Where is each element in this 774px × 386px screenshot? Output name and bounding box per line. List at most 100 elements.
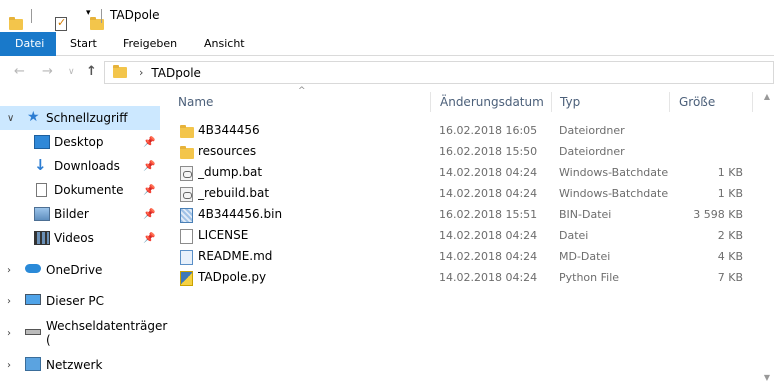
chevron-right-icon[interactable]: › [7, 328, 11, 339]
table-row[interactable]: LICENSE 14.02.2018 04:24 Datei 2 KB [166, 226, 774, 247]
ribbon-tabs: Datei Start Freigeben Ansicht [0, 32, 774, 56]
column-header-type[interactable]: Typ [550, 90, 668, 114]
binary-file-icon [180, 208, 193, 223]
tab-start[interactable]: Start [58, 32, 109, 56]
sidebar-item-onedrive[interactable]: › OneDrive [0, 258, 160, 282]
pin-icon[interactable]: 📌 [143, 233, 155, 244]
sidebar-item-label: OneDrive [46, 263, 103, 277]
download-icon: ↓ [34, 156, 47, 174]
video-icon [34, 231, 50, 245]
file-date: 14.02.2018 04:24 [439, 271, 538, 284]
chevron-down-icon[interactable]: ∨ [68, 67, 75, 77]
chevron-right-icon[interactable]: › [7, 265, 11, 276]
breadcrumb-tadpole[interactable]: TADpole [151, 66, 201, 80]
network-icon [25, 357, 41, 371]
scroll-up-icon[interactable]: ▲ [764, 92, 770, 101]
sidebar-item-bilder[interactable]: Bilder 📌 [0, 202, 160, 226]
table-row[interactable]: resources 16.02.2018 15:50 Dateiordner [166, 142, 774, 163]
column-header-name[interactable]: Name [168, 90, 430, 114]
file-type: Windows-Batchdatei [559, 187, 669, 200]
table-row[interactable]: TADpole.py 14.02.2018 04:24 Python File … [166, 268, 774, 289]
sidebar-item-label: Netzwerk [46, 358, 103, 372]
sidebar-item-label: Dieser PC [46, 294, 104, 308]
file-date: 14.02.2018 04:24 [439, 250, 538, 263]
file-type: Dateiordner [559, 124, 625, 137]
sidebar-item-wechseldatentraeger[interactable]: › Wechseldatenträger ( [0, 319, 167, 347]
file-type: Python File [559, 271, 620, 284]
file-date: 16.02.2018 16:05 [439, 124, 538, 137]
tab-datei[interactable]: Datei [0, 32, 56, 56]
pin-icon[interactable]: 📌 [143, 185, 155, 196]
file-date: 14.02.2018 04:24 [439, 229, 538, 242]
file-type: BIN-Datei [559, 208, 612, 221]
table-row[interactable]: _rebuild.bat 14.02.2018 04:24 Windows-Ba… [166, 184, 774, 205]
star-icon: ★ [27, 109, 40, 125]
file-size: 4 KB [717, 250, 743, 263]
column-separator[interactable] [752, 92, 753, 112]
pictures-icon [34, 207, 50, 221]
file-size: 7 KB [717, 271, 743, 284]
table-row[interactable]: _dump.bat 14.02.2018 04:24 Windows-Batch… [166, 163, 774, 184]
sidebar-item-schnellzugriff[interactable]: ∨ ★ Schnellzugriff [0, 106, 160, 130]
scroll-down-icon[interactable]: ▼ [764, 373, 770, 382]
separator [31, 9, 32, 23]
file-name: TADpole.py [198, 270, 267, 284]
batch-file-icon [180, 166, 193, 181]
sidebar-item-label: Downloads [54, 159, 120, 173]
table-row[interactable]: 4B344456 16.02.2018 16:05 Dateiordner [166, 121, 774, 142]
address-bar-row: ← → ∨ ↑ › TADpole [0, 56, 774, 90]
breadcrumb-separator-icon[interactable]: › [139, 66, 143, 79]
separator [101, 9, 102, 23]
back-arrow-icon[interactable]: ← [14, 64, 25, 79]
tab-ansicht[interactable]: Ansicht [192, 32, 257, 56]
sidebar-item-desktop[interactable]: Desktop 📌 [0, 130, 160, 154]
sidebar-item-label: Desktop [54, 135, 104, 149]
tab-freigeben[interactable]: Freigeben [111, 32, 189, 56]
chevron-right-icon[interactable]: › [7, 360, 11, 371]
file-size: 3 598 KB [693, 208, 743, 221]
pin-icon[interactable]: 📌 [143, 161, 155, 172]
window-title: TADpole [110, 8, 160, 22]
file-name: 4B344456 [198, 123, 260, 137]
batch-file-icon [180, 187, 193, 202]
pin-icon[interactable]: 📌 [143, 137, 155, 148]
title-bar: ▾ TADpole [0, 0, 774, 32]
sidebar-item-netzwerk[interactable]: › Netzwerk [0, 353, 160, 377]
sidebar-item-label: Schnellzugriff [46, 111, 128, 125]
file-name: 4B344456.bin [198, 207, 283, 221]
file-name: _dump.bat [198, 165, 263, 179]
folder-icon[interactable] [9, 16, 23, 30]
forward-arrow-icon[interactable]: → [42, 64, 53, 79]
file-type: MD-Datei [559, 250, 611, 263]
sidebar-item-dieser-pc[interactable]: › Dieser PC [0, 289, 160, 313]
properties-icon[interactable] [55, 16, 67, 31]
table-row[interactable]: 4B344456.bin 16.02.2018 15:51 BIN-Datei … [166, 205, 774, 226]
file-type: Windows-Batchdatei [559, 166, 669, 179]
vertical-scrollbar[interactable]: ▲ ▼ [757, 90, 774, 386]
document-icon [36, 183, 47, 197]
chevron-down-icon[interactable]: ∨ [7, 113, 14, 124]
pin-icon[interactable]: 📌 [143, 209, 155, 220]
up-arrow-icon[interactable]: ↑ [86, 64, 97, 79]
chevron-right-icon[interactable]: › [7, 296, 11, 307]
sidebar-item-videos[interactable]: Videos 📌 [0, 226, 160, 250]
file-date: 14.02.2018 04:24 [439, 166, 538, 179]
file-date: 14.02.2018 04:24 [439, 187, 538, 200]
table-row[interactable]: README.md 14.02.2018 04:24 MD-Datei 4 KB [166, 247, 774, 268]
dropdown-arrow-icon[interactable]: ▾ [86, 8, 91, 18]
folder-icon [180, 146, 194, 159]
file-name: resources [198, 144, 257, 158]
navigation-pane: ∨ ★ Schnellzugriff Desktop 📌 ↓ Downloads… [0, 90, 167, 386]
file-list: ^ Name Änderungsdatum Typ Größe 4B344456… [166, 86, 774, 386]
folder-icon [180, 125, 194, 138]
file-type: Dateiordner [559, 145, 625, 158]
computer-icon [25, 294, 41, 305]
sidebar-item-dokumente[interactable]: Dokumente 📌 [0, 178, 160, 202]
sidebar-item-downloads[interactable]: ↓ Downloads 📌 [0, 154, 160, 178]
file-date: 16.02.2018 15:51 [439, 208, 538, 221]
column-header-date[interactable]: Änderungsdatum [430, 90, 550, 114]
column-header-size[interactable]: Größe [669, 90, 753, 114]
file-size: 2 KB [717, 229, 743, 242]
file-size: 1 KB [717, 187, 743, 200]
address-field[interactable]: › TADpole [104, 61, 774, 84]
